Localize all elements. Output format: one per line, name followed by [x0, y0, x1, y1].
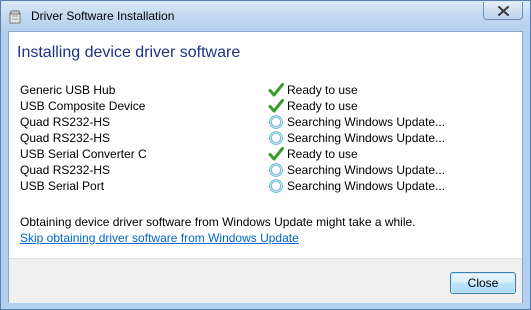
device-status: Searching Windows Update...	[287, 115, 446, 129]
device-name: USB Composite Device	[20, 99, 146, 113]
window-close-button[interactable]	[483, 2, 523, 20]
device-row: Quad RS232-HS Searching Windows Update..…	[20, 130, 510, 146]
progress-ring-icon	[268, 178, 284, 194]
device-status: Searching Windows Update...	[287, 163, 446, 177]
device-status: Ready to use	[287, 83, 358, 97]
device-status: Ready to use	[287, 99, 358, 113]
device-status: Searching Windows Update...	[287, 179, 446, 193]
checkmark-icon	[268, 98, 284, 114]
info-text: Obtaining device driver software from Wi…	[20, 215, 416, 229]
close-icon	[498, 6, 509, 16]
device-row: USB Serial Port Searching Windows Update…	[20, 178, 510, 194]
device-row: Quad RS232-HS Searching Windows Update..…	[20, 162, 510, 178]
dialog-window: Driver Software Installation Installing …	[0, 0, 531, 310]
device-name: Quad RS232-HS	[20, 131, 111, 145]
checkmark-icon	[268, 146, 284, 162]
device-name: Quad RS232-HS	[20, 163, 111, 177]
driver-package-icon	[9, 9, 21, 24]
device-status: Ready to use	[287, 147, 358, 161]
device-name: Quad RS232-HS	[20, 115, 111, 129]
dialog-footer: Close	[9, 258, 522, 303]
progress-ring-icon	[268, 114, 284, 130]
close-button[interactable]: Close	[450, 272, 516, 294]
device-name: USB Serial Port	[20, 179, 105, 193]
device-name: USB Serial Converter C	[20, 147, 147, 161]
device-name: Generic USB Hub	[20, 83, 116, 97]
dialog-content: Installing device driver software Generi…	[8, 31, 523, 303]
progress-ring-icon	[268, 130, 284, 146]
checkmark-icon	[268, 82, 284, 98]
device-row: Quad RS232-HS Searching Windows Update..…	[20, 114, 510, 130]
progress-ring-icon	[268, 162, 284, 178]
device-row: USB Composite Device Ready to use	[20, 98, 510, 114]
title-bar[interactable]: Driver Software Installation	[1, 1, 530, 31]
device-status: Searching Windows Update...	[287, 131, 446, 145]
device-row: Generic USB Hub Ready to use	[20, 82, 510, 98]
window-title: Driver Software Installation	[31, 9, 175, 23]
device-list: Generic USB Hub Ready to use USB Composi…	[20, 82, 510, 194]
page-title: Installing device driver software	[17, 44, 241, 61]
device-row: USB Serial Converter C Ready to use	[20, 146, 510, 162]
skip-windows-update-link[interactable]: Skip obtaining driver software from Wind…	[20, 231, 299, 245]
